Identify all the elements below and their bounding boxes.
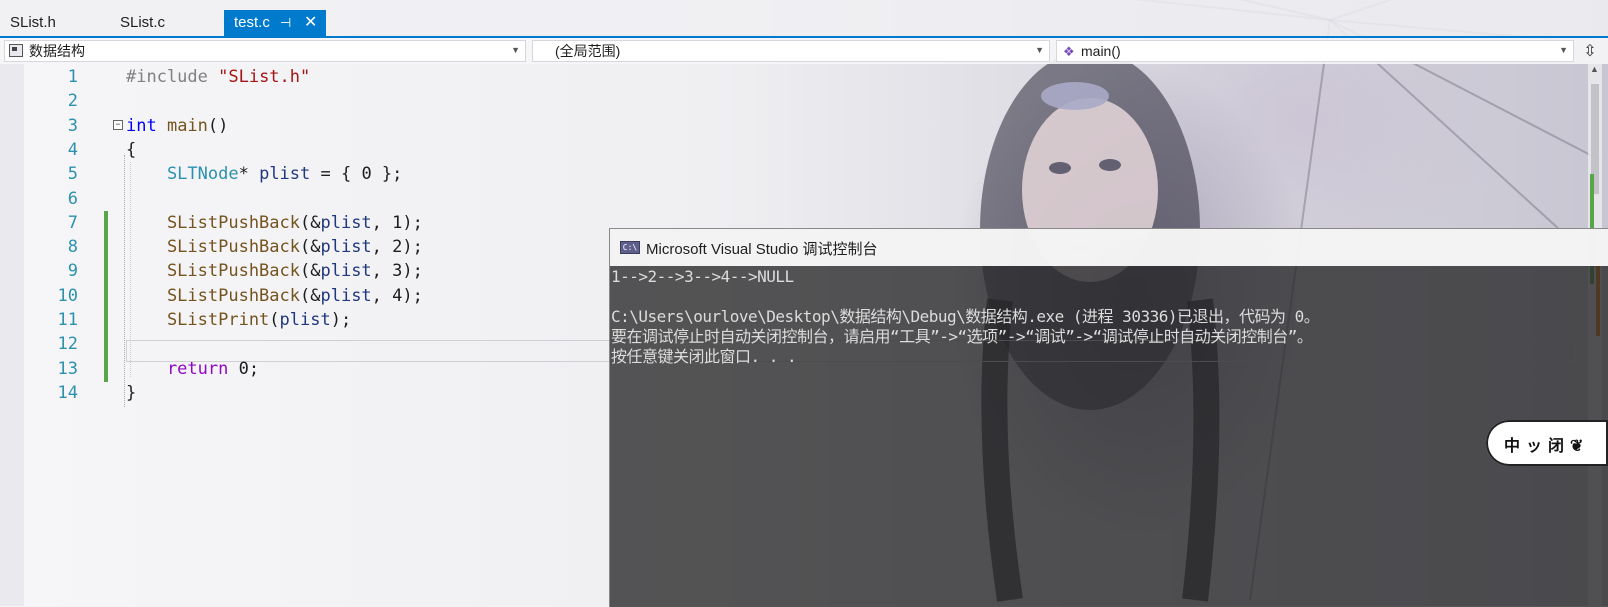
document-tab-strip: SList.h SList.c test.c ⊣ ✕ [0,0,1608,37]
code-token: main [166,116,208,136]
tab-label: test.c [234,14,270,31]
code-token: SListPushBack [126,213,300,233]
code-token: SLTNode [126,164,239,184]
line-number: 7 [67,213,78,233]
scope-dropdown[interactable]: (全局范围) ▼ [532,40,1050,62]
split-editor-icon[interactable]: ⇳ [1580,42,1600,62]
code-line-4: { [126,138,136,163]
project-dropdown[interactable]: 数据结构 ▼ [4,40,526,62]
code-token: plist [320,237,372,257]
line-number: 5 [67,164,78,184]
code-token: SListPushBack [126,261,300,281]
line-number: 1 [67,67,78,87]
code-line-13: return 0; [126,357,259,382]
code-token: SListPushBack [126,286,300,306]
code-token: ( [269,310,280,330]
line-number: 4 [67,140,78,160]
chevron-down-icon: ▼ [1559,45,1568,55]
code-token: plist [279,310,331,330]
line-number: 10 [57,286,78,306]
code-line-7: SListPushBack(&plist, 1); [126,211,423,236]
code-token: () [207,116,229,136]
scope-dropdown-value: (全局范围) [555,43,621,59]
code-token: "SList.h" [218,67,311,87]
change-indicator-bar [104,211,108,382]
close-icon[interactable]: ✕ [304,10,317,36]
code-token: (& [300,237,321,257]
code-token: return [126,359,239,379]
member-dropdown[interactable]: ❖ main() ▼ [1056,40,1574,62]
code-line-8: SListPushBack(&plist, 2); [126,235,423,260]
console-output-line: C:\Users\ourlove\Desktop\数据结构\Debug\数据结构… [611,307,1320,326]
project-icon [9,44,23,57]
code-token: * [238,164,260,184]
code-token: , 3); [371,261,423,281]
code-token: plist [320,213,372,233]
code-token: = { 0 }; [310,164,403,184]
code-token: } [126,383,137,403]
code-token: (& [300,213,321,233]
editor-margin [0,64,24,606]
chevron-down-icon: ▼ [511,45,520,55]
code-token: plist [320,286,372,306]
tab-label: SList.h [10,14,56,31]
floating-input-widget[interactable]: 中ッ闭❦ [1486,420,1608,466]
code-token: SListPrint [126,310,270,330]
code-line-14: } [126,381,136,406]
line-number: 8 [67,237,78,257]
code-line-11: SListPrint(plist); [126,308,351,333]
line-number: 11 [57,310,78,330]
code-token: (& [300,261,321,281]
widget-label: 中ッ闭❦ [1504,438,1590,455]
project-dropdown-value: 数据结构 [29,43,85,59]
code-token: { [126,140,137,160]
code-line-5: SLTNode* plist = { 0 }; [126,162,402,187]
code-token: ); [330,310,352,330]
console-app-icon: C:\ [620,241,640,254]
cube-icon: ❖ [1063,44,1075,59]
navigation-bar: 数据结构 ▼ (全局范围) ▼ ❖ main() ▼ ⇳ [0,38,1608,64]
line-number: 14 [57,383,78,403]
console-title: Microsoft Visual Studio 调试控制台 [646,241,878,258]
member-dropdown-value: main() [1081,43,1121,59]
debug-console-window[interactable]: C:\ Microsoft Visual Studio 调试控制台 1-->2-… [609,228,1608,607]
code-line-9: SListPushBack(&plist, 3); [126,259,423,284]
line-number: 2 [67,91,78,111]
code-token: SListPushBack [126,237,300,257]
console-output-line: 1-->2-->3-->4-->NULL [611,267,794,286]
code-token: #include [126,67,219,87]
code-line-10: SListPushBack(&plist, 4); [126,284,423,309]
code-token: plist [259,164,311,184]
pin-icon[interactable]: ⊣ [280,10,291,36]
tab-test-c[interactable]: test.c ⊣ ✕ [224,10,326,36]
code-token: (& [300,286,321,306]
code-token: 0; [238,359,260,379]
code-token: , 1); [371,213,423,233]
console-output-line: 按任意键关闭此窗口. . . [611,347,797,366]
code-line-3: int main() [126,114,228,139]
tab-label: SList.c [120,14,166,31]
code-token: , 4); [371,286,423,306]
console-title-bar[interactable]: C:\ Microsoft Visual Studio 调试控制台 [610,229,1608,266]
line-number: 6 [67,189,78,209]
scroll-up-icon[interactable]: ▲ [1590,64,1599,74]
code-line-1: #include "SList.h" [126,65,310,90]
code-token: int [126,116,167,136]
line-number: 3 [67,116,78,136]
line-number: 9 [67,261,78,281]
chevron-down-icon: ▼ [1035,45,1044,55]
console-output-line: 要在调试停止时自动关闭控制台，请启用“工具”->“选项”->“调试”->“调试停… [611,327,1313,346]
collapse-toggle-icon[interactable]: − [113,120,123,130]
line-number: 12 [57,334,78,354]
tab-slist-h[interactable]: SList.h [0,10,110,36]
code-token: plist [320,261,372,281]
tab-slist-c[interactable]: SList.c [110,10,224,36]
code-token: , 2); [371,237,423,257]
line-number: 13 [57,359,78,379]
